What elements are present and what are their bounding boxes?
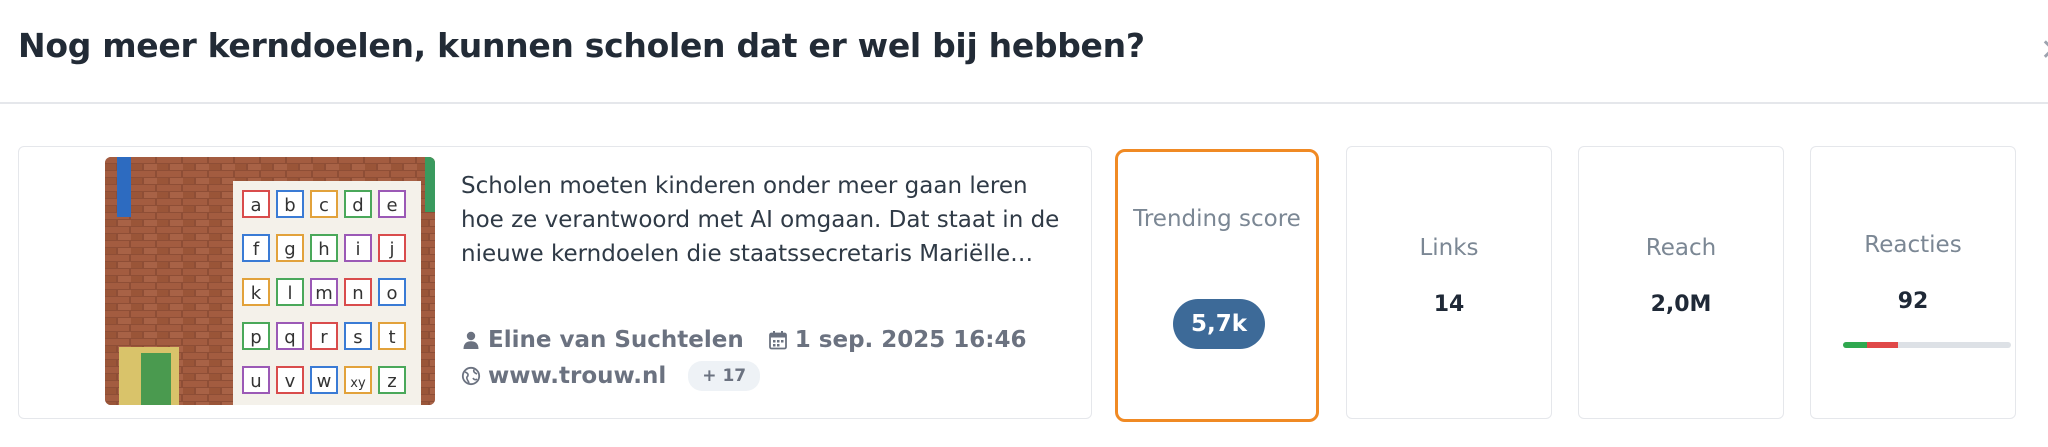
- poster-tile-letter: xy: [350, 376, 366, 391]
- reacties-value: 92: [1897, 289, 1929, 314]
- article-card[interactable]: a b c d e f g h i j k l m n o p q r s t u v w xy z Scholen moete…: [18, 146, 1092, 419]
- sentiment-positive-segment: [1843, 342, 1867, 348]
- sentiment-negative-segment: [1866, 342, 1899, 348]
- reacties-label: Reacties: [1864, 232, 1962, 258]
- poster-tile-letter: i: [355, 239, 360, 260]
- poster-tile-letter: b: [284, 195, 295, 216]
- page-title: Nog meer kerndoelen, kunnen scholen dat …: [18, 26, 1145, 65]
- globe-icon: [461, 366, 481, 386]
- article-summary: Scholen moeten kinderen onder meer gaan …: [461, 173, 1060, 267]
- reach-label: Reach: [1645, 235, 1717, 261]
- poster-tile-letter: j: [388, 239, 394, 260]
- article-date: 1 sep. 2025 16:46: [794, 327, 1027, 353]
- reach-card[interactable]: Reach 2,0M: [1578, 146, 1784, 419]
- article-source-link[interactable]: www.trouw.nl: [488, 363, 666, 389]
- article-source-row: www.trouw.nl + 17: [461, 361, 761, 391]
- thumbnail-illustration: a b c d e f g h i j k l m n o p q r s t u v w xy z: [105, 157, 435, 405]
- trending-score-label: Trending score: [1133, 206, 1301, 232]
- poster-tile-letter: p: [250, 327, 261, 348]
- poster-tile-letter: e: [386, 195, 397, 216]
- poster-tile-letter: g: [284, 239, 295, 260]
- poster-tile-letter: o: [386, 283, 397, 304]
- calendar-icon: [768, 331, 787, 350]
- poster-tile-letter: w: [317, 371, 332, 392]
- poster-tile-letter: d: [352, 195, 363, 216]
- poster-tile-letter: z: [387, 371, 396, 392]
- poster-tile-letter: v: [285, 371, 296, 392]
- close-icon[interactable]: ✕: [2040, 36, 2048, 66]
- poster-tile-letter: l: [287, 283, 292, 304]
- article-thumbnail: a b c d e f g h i j k l m n o p q r s t u v w xy z: [105, 157, 435, 405]
- links-label: Links: [1419, 235, 1479, 261]
- links-value: 14: [1433, 292, 1465, 317]
- reach-value: 2,0M: [1650, 292, 1712, 317]
- poster-tile-letter: h: [318, 239, 329, 260]
- poster-tile-letter: k: [251, 283, 262, 304]
- reacties-card[interactable]: Reacties 92: [1810, 146, 2016, 419]
- sentiment-bar: [1843, 342, 2011, 348]
- trending-score-badge: 5,7k: [1173, 299, 1265, 349]
- poster-tile-letter: f: [253, 239, 260, 260]
- dialog-header: Nog meer kerndoelen, kunnen scholen dat …: [0, 0, 2048, 104]
- poster-tile-letter: q: [284, 327, 295, 348]
- more-sources-badge[interactable]: + 17: [688, 361, 761, 391]
- poster-tile-letter: r: [320, 327, 328, 348]
- links-card[interactable]: Links 14: [1346, 146, 1552, 419]
- trending-score-card[interactable]: Trending score 5,7k: [1115, 149, 1319, 422]
- user-icon: [463, 331, 479, 349]
- poster-tile-letter: a: [250, 195, 261, 216]
- poster-tile-letter: n: [352, 283, 363, 304]
- poster-tile-letter: m: [315, 283, 333, 304]
- poster-tile-letter: t: [388, 327, 395, 348]
- article-author[interactable]: Eline van Suchtelen: [488, 327, 744, 353]
- poster-tile-letter: s: [353, 327, 362, 348]
- poster-tile-letter: u: [250, 371, 261, 392]
- article-meta: Eline van Suchtelen 1 sep. 2025 16:46: [461, 327, 1027, 353]
- poster-tile-letter: c: [319, 195, 329, 216]
